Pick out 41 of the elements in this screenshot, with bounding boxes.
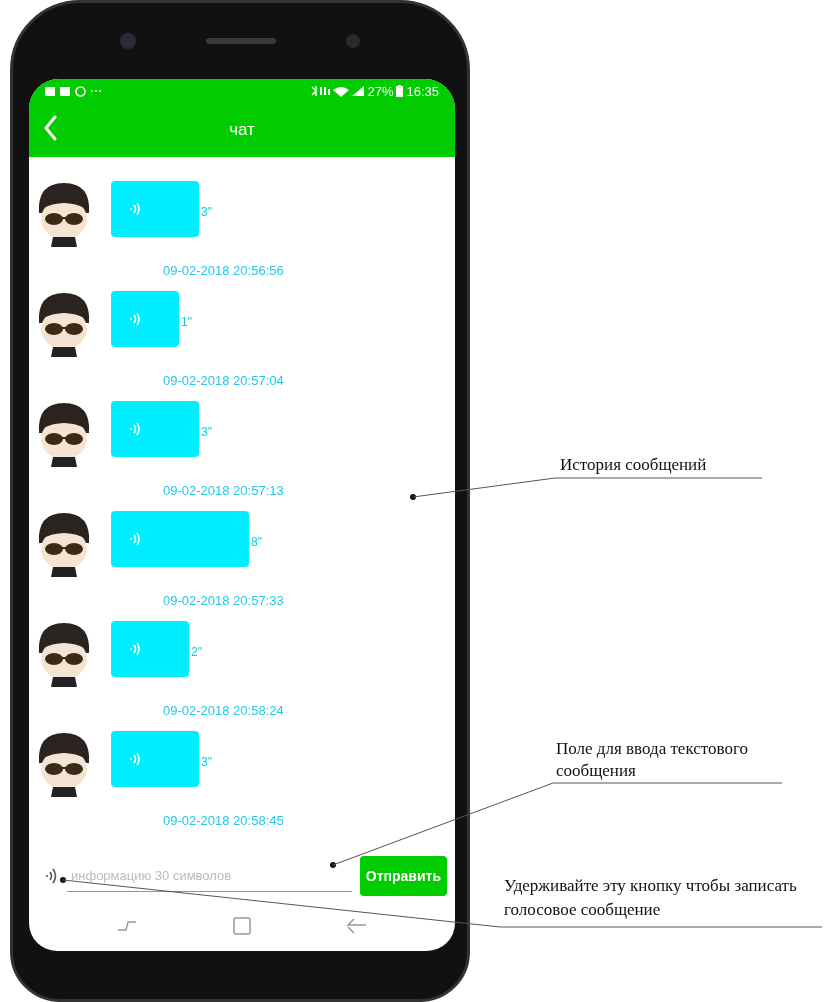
- home-icon[interactable]: [232, 916, 252, 936]
- voice-duration: 3": [201, 205, 212, 219]
- voice-duration: 8": [251, 535, 262, 549]
- clock-time: 16:35: [406, 83, 439, 99]
- voice-message-bubble[interactable]: [111, 401, 199, 457]
- voice-message-bubble[interactable]: [111, 731, 199, 787]
- voice-message-bubble[interactable]: [111, 181, 199, 237]
- annotation-text: История сообщений: [560, 455, 707, 475]
- sound-wave-icon: [129, 422, 141, 436]
- speaker-grille: [206, 38, 276, 44]
- voice-message-bubble[interactable]: [111, 511, 249, 567]
- sound-wave-icon: [129, 642, 141, 656]
- voice-duration: 1": [181, 315, 192, 329]
- clock-icon: [75, 85, 86, 97]
- voice-duration: 2": [191, 645, 202, 659]
- voice-message-bubble[interactable]: [111, 291, 179, 347]
- sound-wave-icon: [129, 532, 141, 546]
- wifi-icon: [333, 85, 350, 97]
- sound-wave-icon: [129, 202, 141, 216]
- sound-wave-icon: [129, 752, 141, 766]
- voice-duration: 3": [201, 425, 212, 439]
- voice-message-bubble[interactable]: [111, 621, 189, 677]
- sound-wave-icon: [129, 312, 141, 326]
- message-timestamp: 09-02-2018 20:58:24: [163, 703, 285, 718]
- message-timestamp: 09-02-2018 20:56:56: [163, 263, 285, 278]
- screen-title: чат: [229, 120, 255, 140]
- back-icon[interactable]: [346, 916, 368, 936]
- voice-record-button[interactable]: [45, 868, 59, 884]
- message-timestamp: 09-02-2018 20:57:04: [163, 373, 285, 388]
- camera-icon: [120, 33, 136, 49]
- signal-icon: [352, 86, 365, 96]
- message-timestamp: 09-02-2018 20:58:45: [163, 813, 285, 828]
- message-timestamp: 09-02-2018 20:57:33: [163, 593, 285, 608]
- battery-icon: [396, 85, 404, 97]
- voice-duration: 3": [201, 755, 212, 769]
- annotation-text: Удерживайте эту кнопку чтобы записать голосовое сообщение: [504, 875, 798, 921]
- send-button[interactable]: Отправить: [359, 856, 447, 896]
- message-timestamp: 09-02-2018 20:57:13: [163, 483, 285, 498]
- battery-percentage: 27%: [367, 83, 394, 99]
- annotation-text: Поле для ввода текстового сообщения: [556, 738, 749, 782]
- sensor-icon: [346, 34, 360, 48]
